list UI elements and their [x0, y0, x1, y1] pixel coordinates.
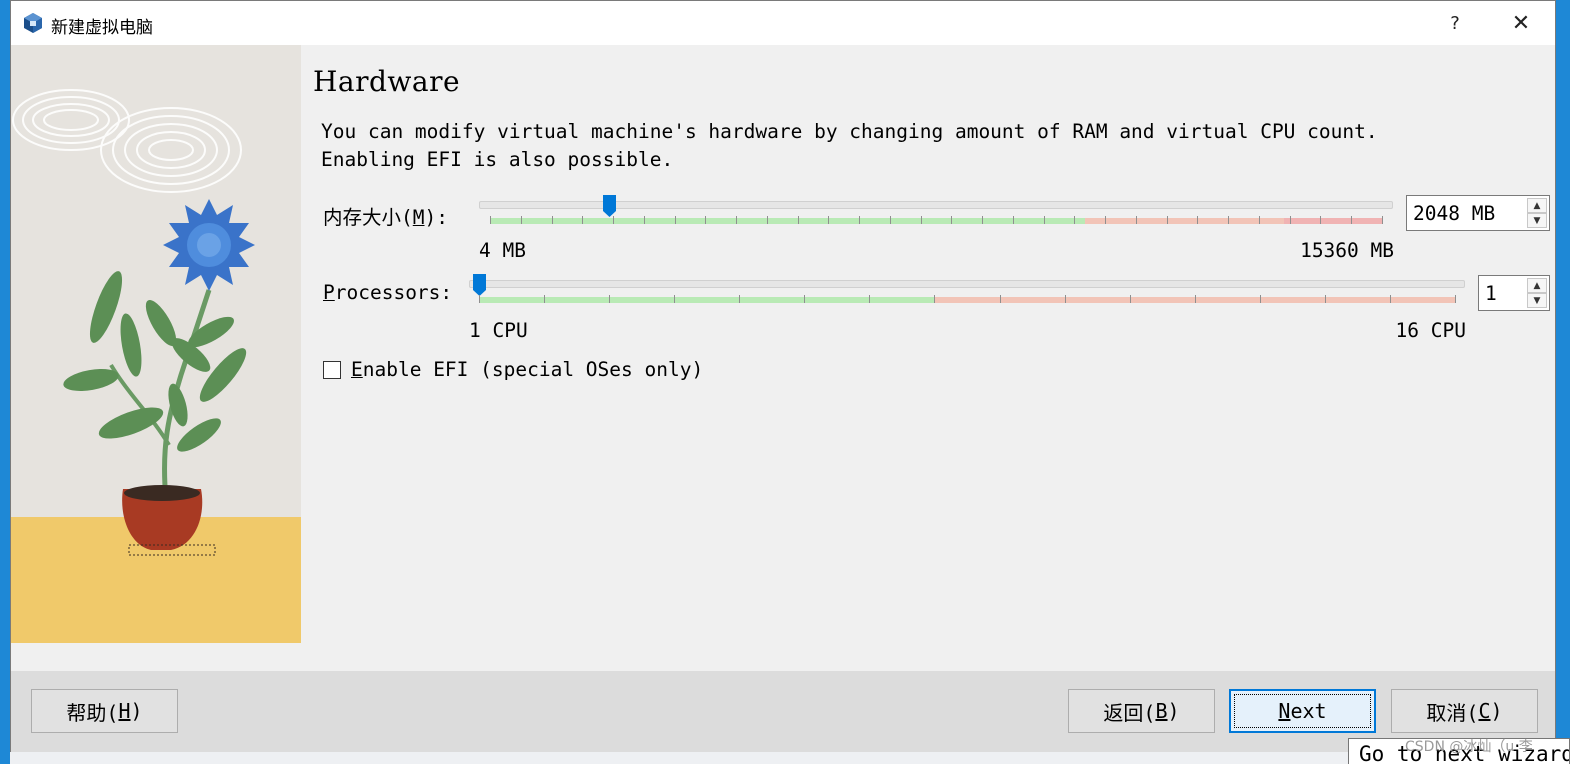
processors-decrease-button[interactable]: ▼	[1527, 293, 1547, 308]
memory-decrease-button[interactable]: ▼	[1527, 213, 1547, 228]
memory-slider-tick	[1382, 216, 1383, 224]
memory-size-value: 2048 MB	[1413, 202, 1496, 225]
memory-slider[interactable]	[479, 195, 1393, 227]
memory-slider-tick	[797, 216, 799, 224]
processors-spinbox[interactable]: 1 ▲ ▼	[1478, 275, 1550, 311]
memory-slider-tick	[520, 216, 522, 224]
memory-slider-tick	[1135, 216, 1137, 224]
processors-slider-tick	[1455, 295, 1456, 303]
memory-warning-range	[1084, 218, 1284, 224]
memory-slider-tick	[1105, 216, 1107, 224]
processors-slider-tick	[1389, 295, 1391, 303]
memory-safe-range	[490, 218, 1085, 224]
memory-increase-button[interactable]: ▲	[1527, 198, 1547, 213]
next-button[interactable]: Next	[1229, 689, 1376, 733]
memory-size-spinbox[interactable]: 2048 MB ▲ ▼	[1406, 195, 1550, 231]
memory-slider-tick	[766, 216, 768, 224]
memory-slider-tick	[1043, 216, 1045, 224]
description-line-1: You can modify virtual machine's hardwar…	[321, 120, 1378, 143]
wizard-side-illustration	[11, 45, 301, 643]
processors-slider-tick	[479, 295, 480, 303]
memory-slider-tick	[1074, 216, 1076, 224]
cancel-button[interactable]: 取消(C)	[1391, 689, 1538, 733]
window-title: 新建虚拟电脑	[51, 18, 153, 38]
processors-slider-tick	[739, 295, 741, 303]
memory-slider-tick	[551, 216, 553, 224]
wizard-button-bar: 帮助(H) 返回(B) Next 取消(C)	[11, 671, 1555, 753]
processors-max-label: 16 CPU	[1395, 319, 1466, 342]
processors-safe-range	[479, 297, 935, 303]
memory-slider-tick	[951, 216, 953, 224]
memory-danger-range	[1283, 218, 1382, 224]
wizard-window: 新建虚拟电脑 ? ✕ Hardware You can modify virtu…	[10, 0, 1556, 753]
processors-slider-tick	[1129, 295, 1131, 303]
memory-slider-tick	[1228, 216, 1230, 224]
page-title: Hardware	[313, 65, 461, 98]
memory-slider-tick	[982, 216, 984, 224]
page-description: You can modify virtual machine's hardwar…	[321, 118, 1541, 174]
help-button[interactable]: 帮助(H)	[31, 689, 178, 733]
memory-slider-tick	[1289, 216, 1291, 224]
memory-slider-tick	[1166, 216, 1168, 224]
memory-slider-tick	[859, 216, 861, 224]
back-button[interactable]: 返回(B)	[1068, 689, 1215, 733]
processors-slider-tick	[1194, 295, 1196, 303]
processors-slider-tick	[804, 295, 806, 303]
processors-slider-tick	[609, 295, 611, 303]
enable-efi-checkbox[interactable]	[323, 360, 341, 379]
memory-slider-tick	[705, 216, 707, 224]
processors-slider-tick	[544, 295, 546, 303]
processors-slider-tick	[674, 295, 676, 303]
memory-slider-tick	[736, 216, 738, 224]
memory-min-label: 4 MB	[479, 239, 526, 262]
memory-slider-tick	[889, 216, 891, 224]
processors-label: Processors:	[323, 281, 453, 304]
memory-slider-tick	[1320, 216, 1322, 224]
processors-slider-groove	[469, 280, 1465, 288]
memory-slider-tick	[643, 216, 645, 224]
memory-slider-tick	[613, 216, 615, 224]
memory-slider-groove	[479, 201, 1393, 209]
processors-slider-tick	[869, 295, 871, 303]
close-window-button[interactable]: ✕	[1491, 1, 1551, 45]
enable-efi-option[interactable]: Enable EFI (special OSes only)	[323, 358, 703, 381]
processors-slider-tick	[999, 295, 1001, 303]
memory-slider-tick	[1012, 216, 1014, 224]
processors-slider[interactable]	[469, 274, 1465, 306]
processors-slider-tick	[934, 295, 936, 303]
help-question-button[interactable]: ?	[1425, 1, 1485, 45]
memory-slider-tick	[828, 216, 830, 224]
memory-size-label: 内存大小(M):	[323, 206, 448, 229]
memory-slider-tick	[1197, 216, 1199, 224]
processors-slider-tick	[1259, 295, 1261, 303]
virtualbox-icon	[24, 13, 42, 33]
processors-slider-handle[interactable]	[473, 274, 486, 296]
processors-value: 1	[1485, 282, 1497, 305]
memory-slider-tick	[582, 216, 584, 224]
memory-slider-tick	[1258, 216, 1260, 224]
processors-slider-tick	[1324, 295, 1326, 303]
enable-efi-label: Enable EFI (special OSes only)	[351, 358, 704, 381]
processors-min-label: 1 CPU	[469, 319, 528, 342]
memory-slider-tick	[674, 216, 676, 224]
description-line-2: Enabling EFI is also possible.	[321, 148, 674, 171]
background-strip	[10, 752, 1350, 764]
memory-slider-tick	[490, 216, 491, 224]
watermark: CSDN @冰灿（u 李	[1405, 739, 1533, 755]
processors-slider-tick	[1064, 295, 1066, 303]
memory-slider-handle[interactable]	[602, 195, 616, 217]
memory-slider-tick	[1351, 216, 1353, 224]
memory-slider-tick	[920, 216, 922, 224]
title-bar: 新建虚拟电脑 ? ✕	[11, 1, 1555, 45]
processors-increase-button[interactable]: ▲	[1527, 278, 1547, 293]
memory-max-label: 15360 MB	[1300, 239, 1394, 262]
